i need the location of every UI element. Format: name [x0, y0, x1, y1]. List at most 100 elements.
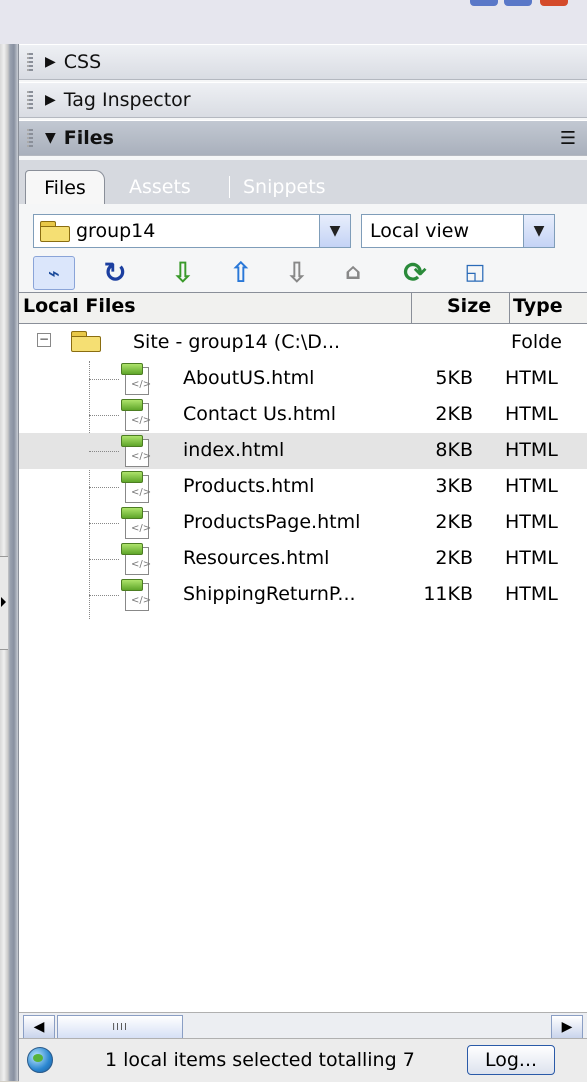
css-panel-title: CSS — [63, 51, 102, 73]
panel-group: ▶ CSS ▶ Tag Inspector ▼ Files ☰ Files As… — [18, 44, 587, 1082]
column-size[interactable]: Size — [447, 295, 491, 317]
file-type: HTML — [505, 439, 558, 461]
globe-icon — [27, 1047, 53, 1073]
check-in-icon[interactable]: ⌂ — [337, 256, 369, 288]
file-type: HTML — [505, 475, 558, 497]
table-row[interactable]: </> ShippingReturnP... 11KB HTML — [19, 577, 587, 613]
table-row[interactable]: </> Contact Us.html 2KB HTML — [19, 397, 587, 433]
files-panel-header[interactable]: ▼ Files ☰ — [19, 120, 587, 156]
file-type: HTML — [505, 367, 558, 389]
tree-line — [89, 451, 119, 452]
html-file-icon: </> — [121, 399, 151, 431]
file-name: index.html — [183, 439, 285, 461]
files-toolbar: group14 ▼ Local view ▼ ⌁ ↻ ⇩ ⇧ ⇩ ⌂ ⟳ ◱ — [19, 204, 587, 290]
scrollbar-thumb[interactable]: IIII — [57, 1015, 183, 1039]
file-list: Local Files Size Type − Site - group14 (… — [19, 292, 587, 1013]
table-row[interactable]: </> AboutUS.html 5KB HTML — [19, 361, 587, 397]
html-file-icon: </> — [121, 507, 151, 539]
folder-icon — [71, 331, 101, 352]
status-text: 1 local items selected totalling 7 — [105, 1049, 415, 1071]
table-row[interactable]: </> Resources.html 2KB HTML — [19, 541, 587, 577]
put-files-icon[interactable]: ⇧ — [225, 256, 257, 289]
view-select-value: Local view — [370, 220, 470, 242]
tree-line — [89, 415, 119, 416]
css-panel-header[interactable]: ▶ CSS — [19, 44, 587, 80]
column-type[interactable]: Type — [513, 295, 563, 317]
tree-line — [89, 559, 119, 560]
column-divider[interactable] — [509, 293, 510, 323]
html-file-icon: </> — [121, 435, 151, 467]
file-size: 2KB — [435, 547, 473, 569]
connect-icon[interactable]: ⌁ — [33, 256, 75, 290]
folder-icon — [40, 221, 70, 242]
html-file-icon: </> — [121, 363, 151, 395]
file-size: 3KB — [435, 475, 473, 497]
grip-icon[interactable] — [27, 91, 33, 109]
tree-root-row[interactable]: − Site - group14 (C:\D... Folde — [19, 325, 587, 361]
file-type: HTML — [505, 547, 558, 569]
minimize-button[interactable] — [470, 0, 498, 6]
window-top-bar — [0, 0, 587, 44]
table-row[interactable]: </> Products.html 3KB HTML — [19, 469, 587, 505]
horizontal-scrollbar[interactable]: ◀ IIII ▶ — [19, 1012, 587, 1039]
panel-options-menu-icon[interactable]: ☰ — [560, 128, 576, 149]
log-button[interactable]: Log... — [467, 1045, 555, 1075]
file-size: 2KB — [435, 511, 473, 533]
html-file-icon: </> — [121, 579, 151, 611]
grip-icon[interactable] — [27, 53, 33, 71]
scroll-left-icon[interactable]: ◀ — [23, 1015, 55, 1039]
tab-divider — [229, 176, 230, 198]
tree-line — [89, 523, 119, 524]
synchronize-icon[interactable]: ⟳ — [399, 256, 431, 289]
file-type: HTML — [505, 403, 558, 425]
view-select[interactable]: Local view ▼ — [361, 214, 555, 248]
tab-files[interactable]: Files — [25, 170, 105, 205]
file-name: AboutUS.html — [183, 367, 315, 389]
tab-assets[interactable]: Assets — [129, 170, 191, 204]
collapse-panel-handle[interactable] — [0, 556, 8, 650]
tree-line — [89, 379, 119, 380]
file-name: ShippingReturnP... — [183, 583, 356, 605]
file-name: Contact Us.html — [183, 403, 337, 425]
chevron-down-icon[interactable]: ▼ — [319, 215, 350, 247]
check-out-icon[interactable]: ⇩ — [281, 256, 313, 289]
scroll-right-icon[interactable]: ▶ — [551, 1015, 583, 1039]
file-size: 8KB — [435, 439, 473, 461]
table-row-selected[interactable]: </> index.html 8KB HTML — [19, 433, 587, 469]
maximize-button[interactable] — [504, 0, 532, 6]
expand-icon[interactable]: ◱ — [459, 256, 491, 288]
refresh-icon[interactable]: ↻ — [99, 256, 131, 289]
root-type: Folde — [511, 331, 562, 353]
tab-snippets[interactable]: Snippets — [243, 170, 326, 204]
chevron-down-icon[interactable]: ▼ — [523, 215, 554, 247]
grip-icon[interactable] — [27, 129, 33, 147]
get-files-icon[interactable]: ⇩ — [167, 256, 199, 289]
tag-inspector-panel-header[interactable]: ▶ Tag Inspector — [19, 82, 587, 118]
site-select-value: group14 — [76, 220, 156, 242]
collapse-tree-icon[interactable]: − — [37, 333, 51, 347]
file-type: HTML — [505, 511, 558, 533]
tag-inspector-panel-title: Tag Inspector — [63, 89, 191, 111]
collapse-triangle-icon: ▼ — [45, 130, 56, 146]
html-file-icon: </> — [121, 471, 151, 503]
status-bar: 1 local items selected totalling 7 Log..… — [19, 1038, 587, 1082]
file-actions-toolbar: ⌁ ↻ ⇩ ⇧ ⇩ ⌂ ⟳ ◱ — [19, 256, 587, 290]
files-panel-title: Files — [63, 127, 114, 149]
left-edge-strip — [0, 44, 18, 1081]
table-row[interactable]: </> ProductsPage.html 2KB HTML — [19, 505, 587, 541]
file-size: 11KB — [423, 583, 473, 605]
close-button[interactable] — [540, 0, 568, 6]
file-name: ProductsPage.html — [183, 511, 361, 533]
file-size: 5KB — [435, 367, 473, 389]
site-select[interactable]: group14 ▼ — [33, 214, 351, 248]
files-tab-bar: Files Assets Snippets — [19, 160, 587, 205]
file-list-header: Local Files Size Type — [19, 293, 587, 324]
expand-triangle-icon: ▶ — [45, 92, 56, 108]
column-local-files[interactable]: Local Files — [23, 295, 136, 317]
file-type: HTML — [505, 583, 558, 605]
html-file-icon: </> — [121, 543, 151, 575]
tree-line — [89, 595, 119, 596]
column-divider[interactable] — [411, 293, 412, 323]
file-size: 2KB — [435, 403, 473, 425]
file-name: Products.html — [183, 475, 315, 497]
